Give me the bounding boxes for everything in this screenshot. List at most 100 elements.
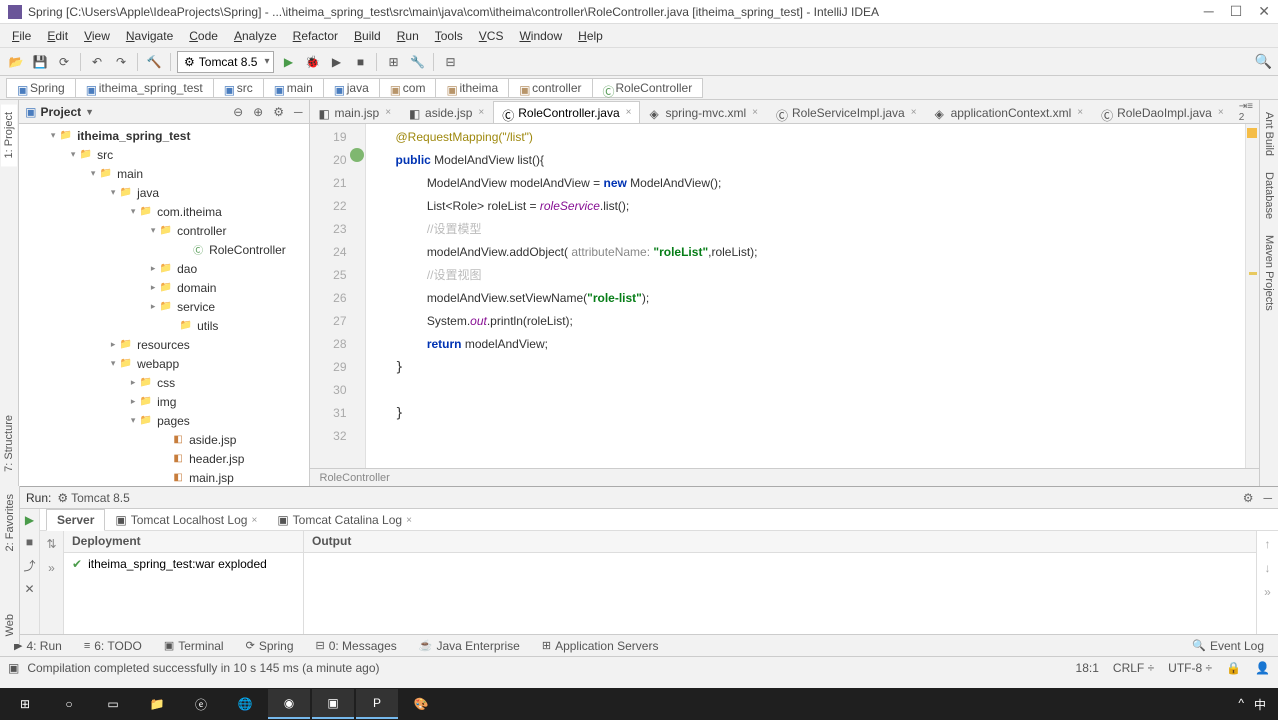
breadcrumb-item[interactable]: ▣itheima_spring_test [75,78,213,98]
project-title[interactable]: Project [40,105,81,119]
highlight-marker[interactable] [1249,272,1257,275]
tab-maven[interactable]: Maven Projects [1261,227,1277,319]
editor-tab[interactable]: ◈applicationContext.xml× [926,101,1093,123]
menu-refactor[interactable]: Refactor [285,27,346,45]
tree-node[interactable]: ▾📁src [19,145,308,164]
close-button[interactable]: ✕ [24,582,34,596]
close-button[interactable]: ✕ [1258,3,1270,20]
deploy-icon[interactable]: ⇅ [46,537,56,551]
editor-tab[interactable]: ⒸRoleServiceImpl.java× [767,101,926,123]
run-button[interactable]: ▶ [278,52,298,72]
debug-button[interactable]: 🐞 [302,52,322,72]
tree-node[interactable]: ▸📁dao [19,259,308,278]
tree-node[interactable]: ▾📁com.itheima [19,202,308,221]
editor-tab[interactable]: ◈spring-mvc.xml× [640,101,767,123]
tree-node[interactable]: ◧main.jsp [19,468,308,486]
breadcrumb-item[interactable]: ▣controller [508,78,591,98]
tree-node[interactable]: ▾📁main [19,164,308,183]
tree-node[interactable]: ▾📁itheima_spring_test [19,126,308,145]
close-icon[interactable]: × [478,107,484,118]
breadcrumb-item[interactable]: ▣com [379,78,436,98]
chevron-down-icon[interactable]: ▼ [85,107,94,117]
editor-tab[interactable]: ◧main.jsp× [310,101,401,123]
stop-button[interactable]: ■ [26,535,33,549]
file-encoding[interactable]: UTF-8 ÷ [1168,661,1212,675]
tree-node[interactable]: ◧aside.jsp [19,430,308,449]
save-icon[interactable]: 💾 [30,52,50,72]
close-icon[interactable]: × [385,107,391,118]
tree-node[interactable]: ▾📁webapp [19,354,308,373]
scroll-down-icon[interactable]: ↓ [1265,561,1271,575]
toggle-tool-windows-icon[interactable]: ▣ [8,661,19,675]
run-config-label[interactable]: ⚙Tomcat 8.5 [57,491,129,505]
tab-spring[interactable]: ⟳ Spring [238,637,302,655]
gear-icon[interactable]: ⚙ [273,105,284,119]
open-icon[interactable]: 📂 [6,52,26,72]
run-subtab[interactable]: ▣Tomcat Catalina Log× [267,510,422,530]
line-separator[interactable]: CRLF ÷ [1113,661,1154,675]
powerpoint-icon[interactable]: P [356,689,398,719]
project-tree[interactable]: ▾📁itheima_spring_test▾📁src▾📁main▾📁java▾📁… [19,124,308,486]
run-subtab[interactable]: Server [46,509,105,531]
menu-tools[interactable]: Tools [427,27,471,45]
tab-structure[interactable]: 7: Structure [1,407,17,480]
start-button[interactable]: ⊞ [4,689,46,719]
tree-node[interactable]: ▾📁pages [19,411,308,430]
run-config-combo[interactable]: ⚙ Tomcat 8.5 [177,51,274,73]
override-gutter-icon[interactable] [350,148,364,162]
minimize-button[interactable]: ─ [1204,3,1214,20]
collapse-icon[interactable]: ⊖ [233,105,243,119]
editor-tab[interactable]: ◧aside.jsp× [400,101,493,123]
menu-edit[interactable]: Edit [39,27,76,45]
menu-code[interactable]: Code [181,27,226,45]
menu-vcs[interactable]: VCS [471,27,512,45]
tree-node[interactable]: ⒸRoleController [19,240,308,259]
tree-node[interactable]: ▾📁java [19,183,308,202]
tab-todo[interactable]: ≡ 6: TODO [76,637,150,655]
editor-tab[interactable]: ⒸRoleController.java× [493,101,640,123]
tab-java-enterprise[interactable]: ☕ Java Enterprise [411,637,528,655]
code-editor[interactable]: @RequestMapping("/list") public ModelAnd… [366,124,1245,468]
tree-node[interactable]: ▸📁resources [19,335,308,354]
tree-node[interactable]: ◧header.jsp [19,449,308,468]
tab-overflow[interactable]: ⇥≡ 2 [1233,101,1259,123]
more-icon[interactable]: » [1264,585,1271,599]
tab-database[interactable]: Database [1261,164,1277,227]
run-subtab[interactable]: ▣Tomcat Localhost Log× [105,510,267,530]
tab-favorites[interactable]: 2: Favorites [2,486,18,559]
intellij-icon[interactable]: ▣ [312,689,354,719]
warning-marker[interactable] [1247,128,1257,138]
tree-node[interactable]: ▸📁domain [19,278,308,297]
lock-icon[interactable]: 🔒 [1226,661,1241,675]
editor-tab[interactable]: ⒸRoleDaoImpl.java× [1092,101,1233,123]
deployment-item[interactable]: ✔ itheima_spring_test:war exploded [64,553,303,575]
more-icon[interactable]: » [48,561,55,575]
tab-messages[interactable]: ⊟ 0: Messages [308,637,405,655]
paint-icon[interactable]: 🎨 [400,689,442,719]
target-icon[interactable]: ⊕ [253,105,263,119]
menu-build[interactable]: Build [346,27,389,45]
gear-icon[interactable]: ⚙ [1243,491,1254,505]
chrome-icon[interactable]: 🌐 [224,689,266,719]
more-icon[interactable]: ⊟ [440,52,460,72]
tab-app-servers[interactable]: ⊞ Application Servers [534,637,667,655]
menu-help[interactable]: Help [570,27,611,45]
menu-view[interactable]: View [76,27,118,45]
profile-icon[interactable]: ⊞ [383,52,403,72]
exit-button[interactable]: ⤴ [23,557,35,574]
menu-window[interactable]: Window [511,27,570,45]
stop-button[interactable]: ■ [350,52,370,72]
tree-node[interactable]: ▸📁service [19,297,308,316]
menu-analyze[interactable]: Analyze [226,27,285,45]
close-icon[interactable]: × [752,107,758,118]
tab-web[interactable]: Web [2,606,18,644]
hide-icon[interactable]: ─ [294,105,303,119]
close-icon[interactable]: × [626,107,632,118]
maximize-button[interactable]: ☐ [1230,3,1243,20]
wrench-icon[interactable]: 🔧 [407,52,427,72]
ime-indicator[interactable]: 中 [1254,696,1266,713]
breadcrumb-item[interactable]: ▣Spring [6,78,75,98]
close-icon[interactable]: × [1218,107,1224,118]
tab-event-log[interactable]: 🔍 Event Log [1184,637,1272,655]
refresh-icon[interactable]: ⟳ [54,52,74,72]
